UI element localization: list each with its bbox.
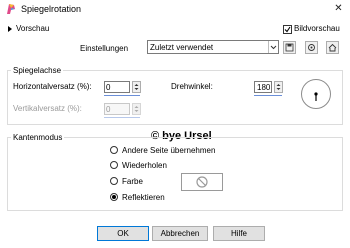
- radio-color[interactable]: [110, 177, 118, 185]
- no-color-icon: [196, 176, 208, 188]
- save-icon: [285, 43, 294, 52]
- horizontal-offset-slider[interactable]: [104, 95, 140, 96]
- radio-color-label: Farbe: [122, 177, 143, 186]
- chevron-down-icon[interactable]: [268, 41, 278, 53]
- vertical-offset-value: 0: [106, 105, 111, 114]
- checkmark-icon: [284, 26, 291, 33]
- horizontal-offset-value: 0: [106, 83, 111, 92]
- rotation-angle-spinner[interactable]: [274, 81, 283, 93]
- preview-toggle[interactable]: Vorschau: [8, 24, 49, 33]
- rotation-angle-value: 180: [257, 83, 271, 92]
- gear-icon: [308, 44, 315, 51]
- home-icon: [328, 43, 337, 52]
- radio-repeat-label: Wiederholen: [122, 161, 167, 170]
- defaults-button[interactable]: [326, 41, 339, 54]
- preview-checkbox-label: Bildvorschau: [294, 24, 340, 33]
- settings-label: Einstellungen: [80, 44, 129, 53]
- help-button[interactable]: Hilfe: [213, 226, 265, 241]
- vertical-offset-spinner: [132, 103, 141, 115]
- horizontal-offset-spinner[interactable]: [132, 81, 141, 93]
- ok-button[interactable]: OK: [97, 226, 149, 241]
- horizontal-offset-label: Horizontalversatz (%):: [13, 82, 92, 91]
- app-icon: [5, 3, 17, 15]
- spinner-arrows-icon: [134, 84, 139, 90]
- radio-repeat[interactable]: [110, 161, 118, 169]
- vertical-offset-label: Vertikalversatz (%):: [13, 104, 82, 113]
- spinner-arrows-icon: [276, 84, 281, 90]
- rotation-dial[interactable]: [301, 79, 331, 109]
- rotation-angle-label: Drehwinkel:: [171, 82, 213, 91]
- preview-checkbox[interactable]: [283, 25, 292, 34]
- color-swatch[interactable]: [181, 173, 223, 191]
- preview-toggle-label: Vorschau: [16, 24, 50, 33]
- settings-dropdown-value: Zuletzt verwendet: [150, 43, 214, 52]
- cancel-button[interactable]: Abbrechen: [152, 226, 208, 241]
- mirror-axis-group: [7, 70, 343, 125]
- window-title: Spiegelrotation: [21, 4, 82, 14]
- radio-take-other-side-label: Andere Seite übernehmen: [122, 146, 216, 155]
- radio-reflect-label: Reflektieren: [122, 193, 165, 202]
- mirror-axis-title: Spiegelachse: [11, 66, 64, 75]
- close-icon[interactable]: ✕: [333, 3, 344, 14]
- expand-triangle-icon: [8, 25, 12, 32]
- radio-reflect[interactable]: [110, 193, 118, 201]
- reset-button[interactable]: [305, 41, 318, 54]
- spinner-arrows-icon: [134, 106, 139, 112]
- rotation-angle-slider[interactable]: [254, 95, 282, 96]
- edge-mode-title: Kantenmodus: [11, 133, 65, 142]
- vertical-offset-slider: [104, 117, 140, 118]
- save-preset-button[interactable]: [283, 41, 296, 54]
- angle-pointer-icon: [314, 92, 318, 101]
- radio-take-other-side[interactable]: [110, 146, 118, 154]
